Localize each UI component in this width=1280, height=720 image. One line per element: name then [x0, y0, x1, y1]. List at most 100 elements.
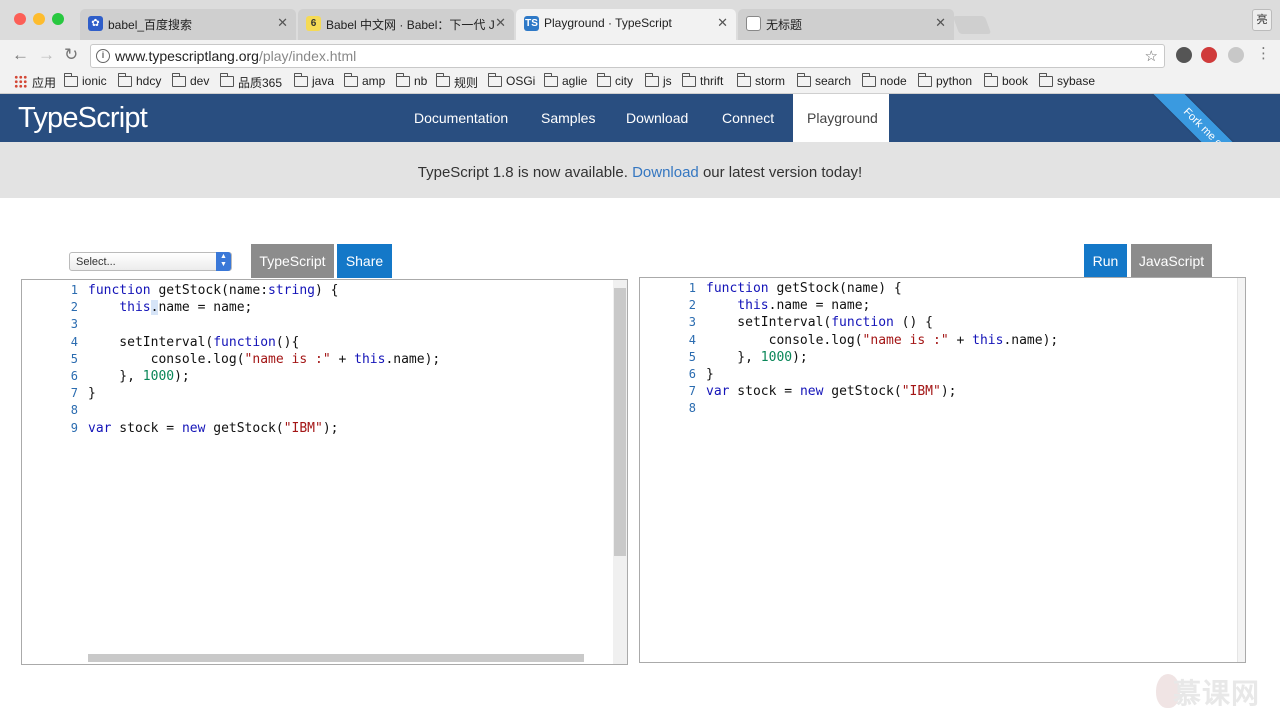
announce-download-link[interactable]: Download [632, 164, 699, 181]
nav-playground[interactable]: Playground [793, 94, 889, 142]
browser-toolbar: ← → ↻ i www.typescriptlang.org/play/inde… [0, 40, 1280, 70]
javascript-tab-button[interactable]: JavaScript [1131, 244, 1212, 278]
sample-select[interactable]: Select... ▲ ▼ [69, 252, 232, 271]
menu-icon[interactable]: ⋮ [1256, 44, 1271, 62]
nav-documentation[interactable]: Documentation [414, 110, 508, 126]
folder-icon [63, 73, 78, 87]
bookmark-folder[interactable]: dev [171, 73, 209, 88]
select-arrows-icon: ▲ ▼ [216, 252, 231, 271]
zoom-window-icon[interactable] [52, 13, 64, 25]
announcement-banner: TypeScript 1.8 is now available. Downloa… [0, 142, 1280, 198]
scrollbar-thumb[interactable] [614, 288, 626, 556]
browser-tab-baidu[interactable]: ✿ babel_百度搜索 ✕ [80, 9, 296, 40]
bookmark-folder[interactable]: python [917, 73, 972, 88]
bookmark-folder[interactable]: hdcy [117, 73, 161, 88]
new-tab-button[interactable] [952, 16, 992, 34]
horizontal-scrollbar[interactable] [88, 654, 584, 662]
folder-icon [644, 73, 659, 87]
typescript-editor[interactable]: 1 function getStock(name:string) { 2 this… [21, 279, 628, 665]
forward-arrow-icon[interactable]: → [38, 45, 55, 65]
folder-icon [983, 73, 998, 87]
vertical-scrollbar[interactable] [613, 280, 627, 664]
back-arrow-icon[interactable]: ← [12, 45, 29, 65]
bookmark-folder[interactable]: ionic [63, 73, 107, 88]
folder-icon [395, 73, 410, 87]
extension-icon[interactable] [1228, 47, 1244, 63]
bookmark-folder[interactable]: amp [343, 73, 385, 88]
select-value: Select... [76, 256, 116, 268]
bookmark-folder[interactable]: node [861, 73, 907, 88]
announce-text: TypeScript 1.8 is now available. [417, 164, 628, 181]
profile-button[interactable]: 亮 [1252, 9, 1272, 31]
url-host: www.typescriptlang.org [115, 48, 259, 64]
site-navbar: TypeScript Documentation Samples Downloa… [0, 94, 1280, 142]
extension-icon[interactable] [1176, 47, 1192, 63]
bookmark-folder[interactable]: js [644, 73, 672, 88]
folder-icon [543, 73, 558, 87]
close-tab-icon[interactable]: ✕ [495, 15, 506, 31]
typescript-logo[interactable]: TypeScript [18, 102, 148, 135]
folder-icon [861, 73, 876, 87]
bookmark-folder[interactable]: sybase [1038, 73, 1095, 88]
folder-icon [736, 73, 751, 87]
folder-icon [219, 73, 234, 87]
browser-tab-untitled[interactable]: 无标题 ✕ [738, 9, 954, 40]
bookmarks-bar: 应用 ionic hdcy dev 品质365 java amp nb 规则 O… [0, 70, 1280, 94]
fork-github-ribbon[interactable]: Fork me on GitHub [1139, 94, 1280, 142]
folder-icon [681, 73, 696, 87]
browser-tab-playground[interactable]: TS Playground · TypeScript ✕ [516, 9, 736, 40]
apps-grid-icon [14, 75, 27, 88]
address-bar[interactable]: i www.typescriptlang.org/play/index.html… [90, 44, 1165, 68]
javascript-output-editor[interactable]: 1 function getStock(name) { 2 this.name =… [639, 277, 1246, 663]
close-tab-icon[interactable]: ✕ [935, 15, 946, 31]
nav-download[interactable]: Download [626, 110, 688, 126]
bookmark-folder[interactable]: OSGi [487, 73, 535, 88]
tab-title: babel_百度搜索 [108, 18, 193, 32]
folder-icon [796, 73, 811, 87]
folder-icon [343, 73, 358, 87]
bookmark-folder[interactable]: nb [395, 73, 427, 88]
baidu-paw-icon: ✿ [88, 16, 103, 31]
folder-icon [435, 73, 450, 87]
bookmark-folder[interactable]: 规则 [435, 73, 478, 91]
folder-icon [293, 73, 308, 87]
overview-ruler [1237, 278, 1245, 662]
extension-icon[interactable] [1201, 47, 1217, 63]
browser-tab-babel[interactable]: 6 Babel 中文网 · Babel：下一代 J ✕ [298, 9, 514, 40]
bookmark-apps[interactable]: 应用 [14, 74, 56, 91]
tab-title: 无标题 [766, 18, 803, 32]
run-button[interactable]: Run [1084, 244, 1127, 278]
close-tab-icon[interactable]: ✕ [277, 15, 288, 31]
tab-title: Babel 中文网 · Babel：下一代 J [326, 18, 495, 32]
folder-icon [1038, 73, 1053, 87]
bookmark-folder[interactable]: search [796, 73, 851, 88]
minimize-window-icon[interactable] [33, 13, 45, 25]
bookmark-folder[interactable]: book [983, 73, 1028, 88]
info-icon[interactable]: i [96, 49, 110, 63]
folder-icon [917, 73, 932, 87]
page-icon [746, 16, 761, 31]
ts-icon: TS [524, 16, 539, 31]
close-tab-icon[interactable]: ✕ [717, 15, 728, 31]
folder-icon [487, 73, 502, 87]
tab-title: Playground · TypeScript [544, 16, 672, 30]
reload-icon[interactable]: ↻ [64, 45, 78, 65]
babel-6-icon: 6 [306, 16, 321, 31]
folder-icon [596, 73, 611, 87]
share-button[interactable]: Share [337, 244, 392, 278]
bookmark-folder[interactable]: 品质365 [219, 73, 282, 91]
folder-icon [117, 73, 132, 87]
announce-text-end: our latest version today! [702, 164, 863, 181]
watermark: 慕课网 [1172, 678, 1260, 709]
bookmark-folder[interactable]: java [293, 73, 334, 88]
url-path: /play/index.html [258, 48, 357, 64]
bookmark-folder[interactable]: thrift [681, 73, 723, 88]
nav-samples[interactable]: Samples [541, 110, 595, 126]
bookmark-folder[interactable]: city [596, 73, 633, 88]
bookmark-folder[interactable]: aglie [543, 73, 587, 88]
bookmark-folder[interactable]: storm [736, 73, 785, 88]
nav-connect[interactable]: Connect [722, 110, 774, 126]
close-window-icon[interactable] [14, 13, 26, 25]
bookmark-star-icon[interactable]: ☆ [1145, 47, 1158, 65]
typescript-tab-button[interactable]: TypeScript [251, 244, 334, 278]
